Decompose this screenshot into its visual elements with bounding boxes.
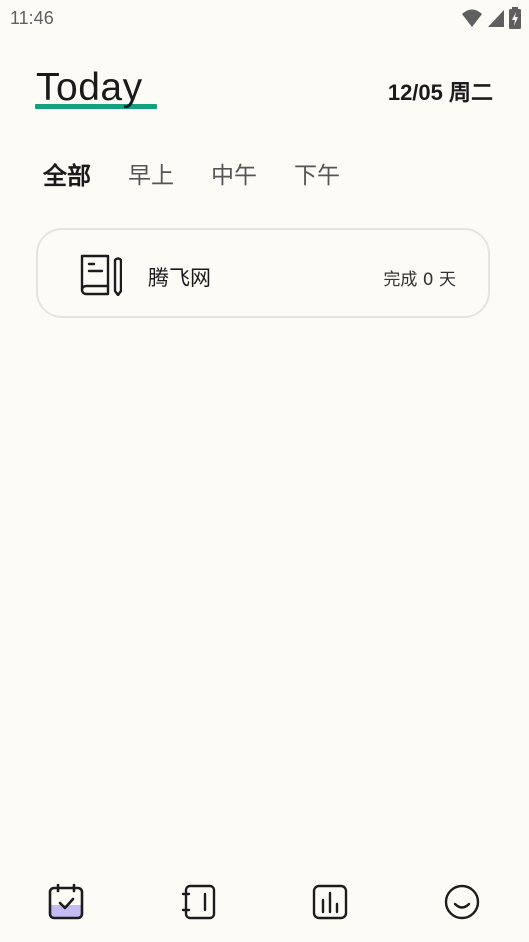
nav-stats[interactable] [310,882,350,922]
habit-status: 完成 0 天 [383,270,456,290]
battery-icon [509,7,521,29]
tab-morning[interactable]: 早上 [128,156,174,191]
bottom-nav [0,870,529,936]
date-label: 12/05 周二 [387,80,493,105]
status-time: 11:46 [10,8,54,28]
page-title: Today [36,66,143,109]
calendar-check-icon [48,883,84,920]
notebook-icon [181,884,216,920]
tab-noon[interactable]: 中午 [211,156,257,191]
stats-icon [312,884,348,920]
habit-card[interactable]: 腾飞网 完成 0 天 [36,228,490,318]
tab-all[interactable]: 全部 [43,156,91,191]
time-filter-tabs: 全部 早上 中午 下午 [43,156,377,191]
nav-today[interactable] [46,882,86,922]
habit-name: 腾飞网 [148,266,211,290]
tab-afternoon[interactable]: 下午 [294,156,340,191]
smile-icon [444,884,480,920]
header: Today 12/05 周二 [0,60,529,120]
nav-profile[interactable] [442,882,482,922]
wifi-icon [462,9,482,27]
nav-notebook[interactable] [179,882,219,922]
signal-icon [488,10,504,27]
status-bar: 11:46 [0,0,529,36]
title-wrap: Today [35,66,157,110]
book-pencil-icon [80,254,123,300]
status-icons [461,7,521,29]
